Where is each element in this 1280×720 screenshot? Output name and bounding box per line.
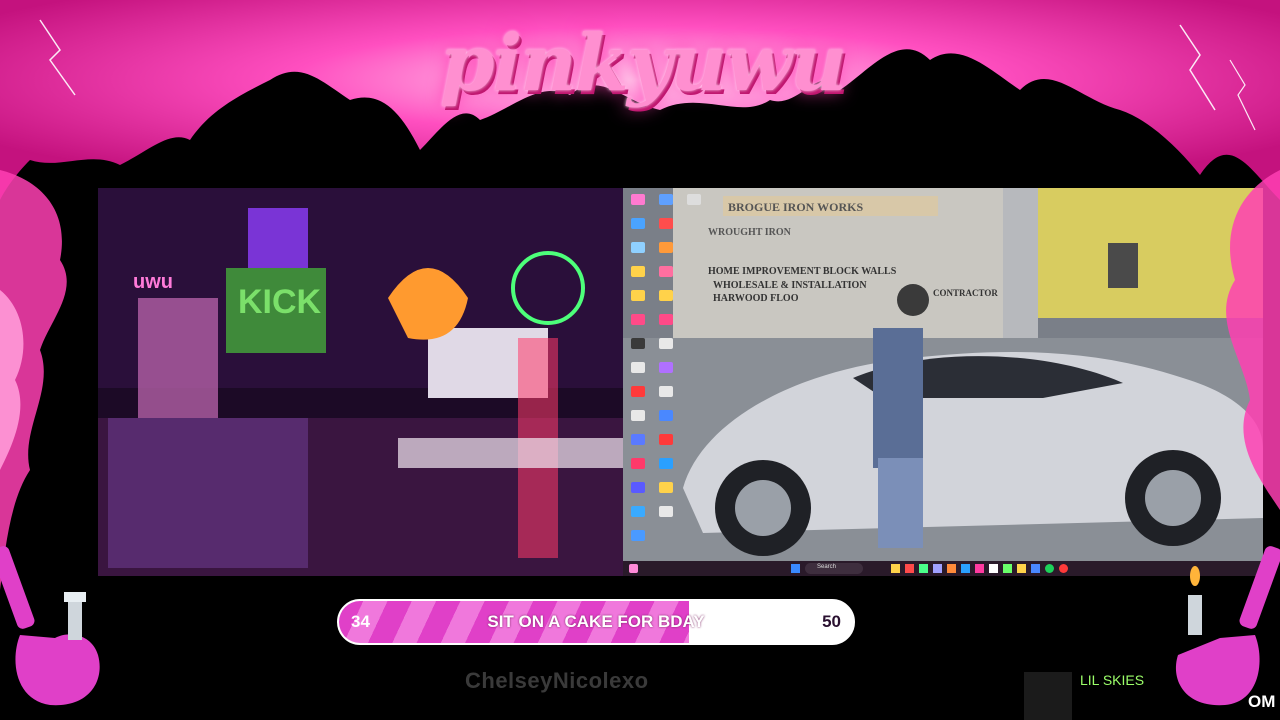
desktop-icon[interactable] [631,266,645,277]
taskbar-app-icon[interactable] [1059,564,1068,573]
taskbar-app-icon[interactable] [905,564,914,573]
desktop-icon[interactable] [659,482,673,493]
taskbar-app-icon[interactable] [1003,564,1012,573]
desktop-icon[interactable] [631,314,645,325]
sign-line2: WROUGHT IRON [708,227,792,238]
desktop-icon[interactable] [659,314,673,325]
windows-start-icon[interactable] [791,564,800,573]
taskbar-app-icon[interactable] [989,564,998,573]
desktop-icon[interactable] [631,362,645,373]
kick-sign: KICK [238,283,322,321]
left-bong-decoration [0,546,100,706]
taskbar-search-label: Search [817,564,837,570]
desktop-icon[interactable] [659,410,673,421]
desktop-icon[interactable] [659,506,673,517]
desktop-icon[interactable] [631,434,645,445]
taskbar-app-icon[interactable] [919,564,928,573]
taskbar-app-icon[interactable] [975,564,984,573]
weather-icon[interactable] [629,564,638,573]
file-explorer-icon[interactable] [891,564,900,573]
desktop-icon[interactable] [659,218,673,229]
taskbar-app-icon[interactable] [1017,564,1026,573]
game-scene: BROGUE IRON WORKS WROUGHT IRON HOME IMPR… [623,188,1263,576]
sign-line5: HARWOOD FLOO [713,293,799,304]
desktop-icon[interactable] [659,386,673,397]
sign-line6: CONTRACTOR [933,288,998,298]
desktop-icon[interactable] [631,242,645,253]
goal-title: SIT ON A CAKE FOR BDAY [487,612,705,631]
desktop-icon[interactable] [631,458,645,469]
desktop-icon[interactable] [659,194,673,205]
taskbar-app-icon[interactable] [947,564,956,573]
desktop-icon[interactable] [659,458,673,469]
desktop-icon[interactable] [631,194,645,205]
windows-taskbar: Search [623,561,1263,576]
spotify-icon[interactable] [1045,564,1054,573]
channel-logo: pinkyuwu [440,18,847,109]
desktop-icon[interactable] [659,362,673,373]
desktop-icon[interactable] [631,506,645,517]
desktop-icon[interactable] [631,218,645,229]
desktop-icon[interactable] [631,482,645,493]
webcam-room-scene: KICK uwu [98,188,623,576]
taskbar-search-box[interactable]: Search [805,563,863,574]
taskbar-app-icon[interactable] [1031,564,1040,573]
now-playing-artist: LIL SKIES [1080,672,1145,688]
left-smoke [0,170,67,590]
game-capture: BROGUE IRON WORKS WROUGHT IRON HOME IMPR… [623,188,1263,576]
album-art [1024,672,1072,720]
right-smoke [1226,170,1280,510]
sign-line3: HOME IMPROVEMENT BLOCK WALLS [708,266,897,277]
webcam-feed: KICK uwu [98,188,623,576]
taskbar-app-icon[interactable] [933,564,942,573]
desktop-icon[interactable] [631,338,645,349]
sign-line1: BROGUE IRON WORKS [728,200,863,214]
sign-line4: WHOLESALE & INSTALLATION [713,280,867,291]
goal-target-value: 50 [822,612,841,631]
desktop-icon[interactable] [659,290,673,301]
desktop-icon[interactable] [659,242,673,253]
desktop-icon[interactable] [631,290,645,301]
desktop-icon[interactable] [659,434,673,445]
desktop-icon[interactable] [631,386,645,397]
desktop-icon[interactable] [631,410,645,421]
desktop-icon[interactable] [659,266,673,277]
desktop-icon[interactable] [659,338,673,349]
now-playing-track-partial: OM [1248,692,1276,711]
desktop-icon[interactable] [687,194,701,205]
chat-username-ghost: ChelseyNicolexo [465,668,649,693]
neon-uwu-sign: uwu [133,271,173,293]
taskbar-app-icon[interactable] [961,564,970,573]
donation-goal-bar: 34 SIT ON A CAKE FOR BDAY 50 [337,599,855,645]
desktop-icon[interactable] [631,530,645,541]
